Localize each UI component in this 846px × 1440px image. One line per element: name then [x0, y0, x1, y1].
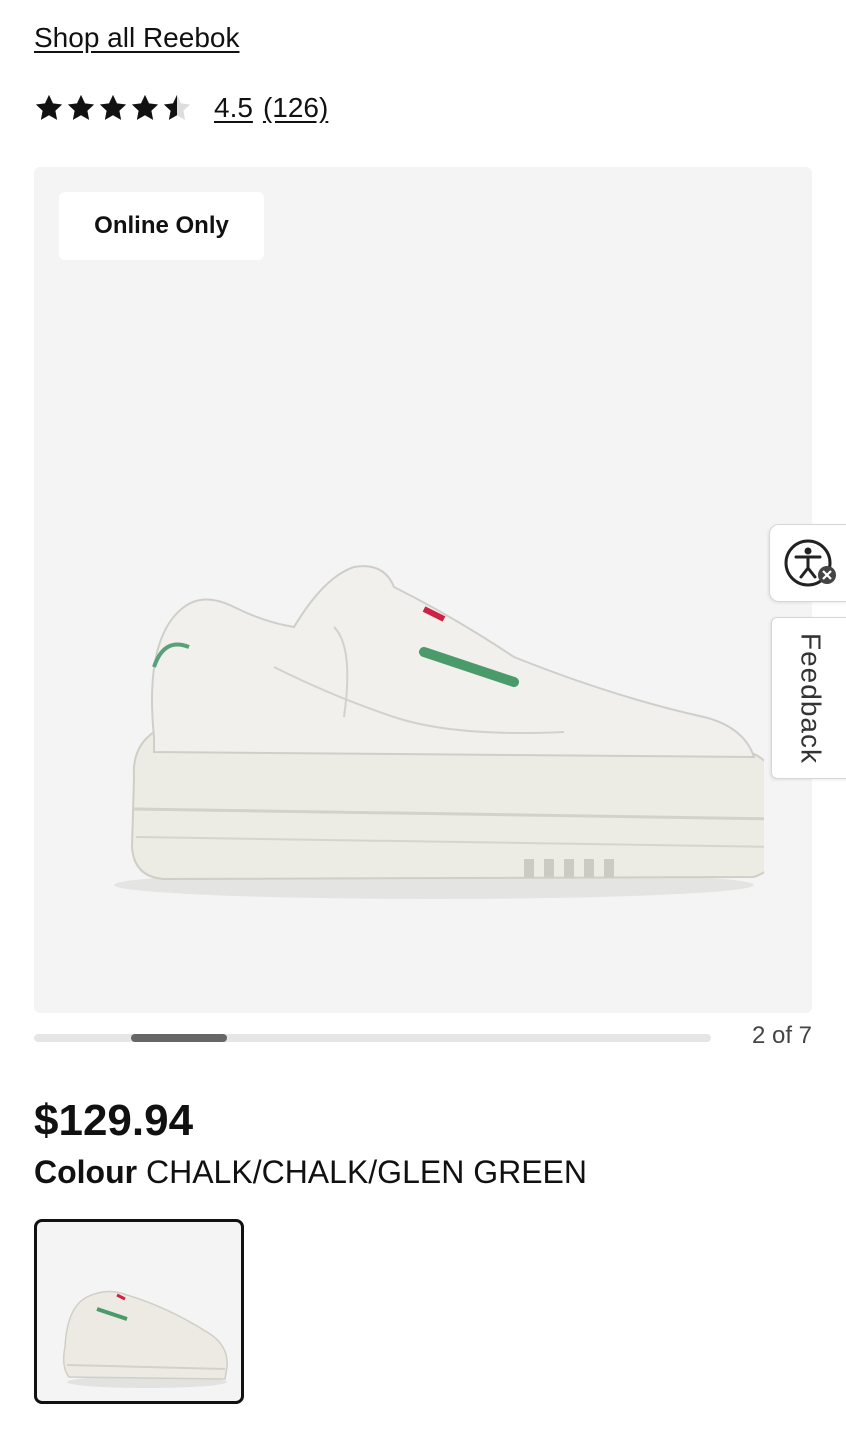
accessibility-button[interactable]	[769, 524, 846, 602]
swatch-shoe-thumbnail	[62, 1290, 228, 1388]
colour-value: CHALK/CHALK/GLEN GREEN	[145, 1154, 587, 1190]
gallery-progress-thumb[interactable]	[130, 1034, 228, 1042]
accessibility-icon	[784, 539, 836, 587]
feedback-tab[interactable]: Feedback	[771, 617, 846, 779]
slide-counter: 2 of 7	[751, 1022, 812, 1049]
rating-summary[interactable]: 4.5 (126)	[214, 92, 328, 124]
review-count[interactable]: (126)	[263, 92, 328, 124]
star-icon	[99, 94, 127, 120]
feedback-label: Feedback	[795, 632, 827, 764]
star-icon	[163, 94, 191, 120]
colour-label: Colour	[34, 1154, 138, 1190]
product-image-gallery[interactable]: Online Only	[34, 167, 812, 1013]
star-rating	[34, 93, 192, 123]
online-only-badge: Online Only	[59, 192, 264, 260]
product-image-shoe	[114, 565, 764, 899]
star-icon	[67, 94, 95, 120]
star-icon	[131, 94, 159, 120]
colour-swatch-selected[interactable]	[34, 1219, 244, 1404]
colour-row: Colour CHALK/CHALK/GLEN GREEN	[34, 1154, 587, 1191]
gallery-progress-bar[interactable]	[34, 1034, 711, 1042]
rating-row: 4.5 (126)	[34, 88, 328, 128]
shop-all-brand-link[interactable]: Shop all Reebok	[34, 22, 239, 54]
rating-value[interactable]: 4.5	[214, 92, 253, 124]
product-price: $129.94	[34, 1096, 194, 1145]
star-icon	[35, 94, 63, 120]
